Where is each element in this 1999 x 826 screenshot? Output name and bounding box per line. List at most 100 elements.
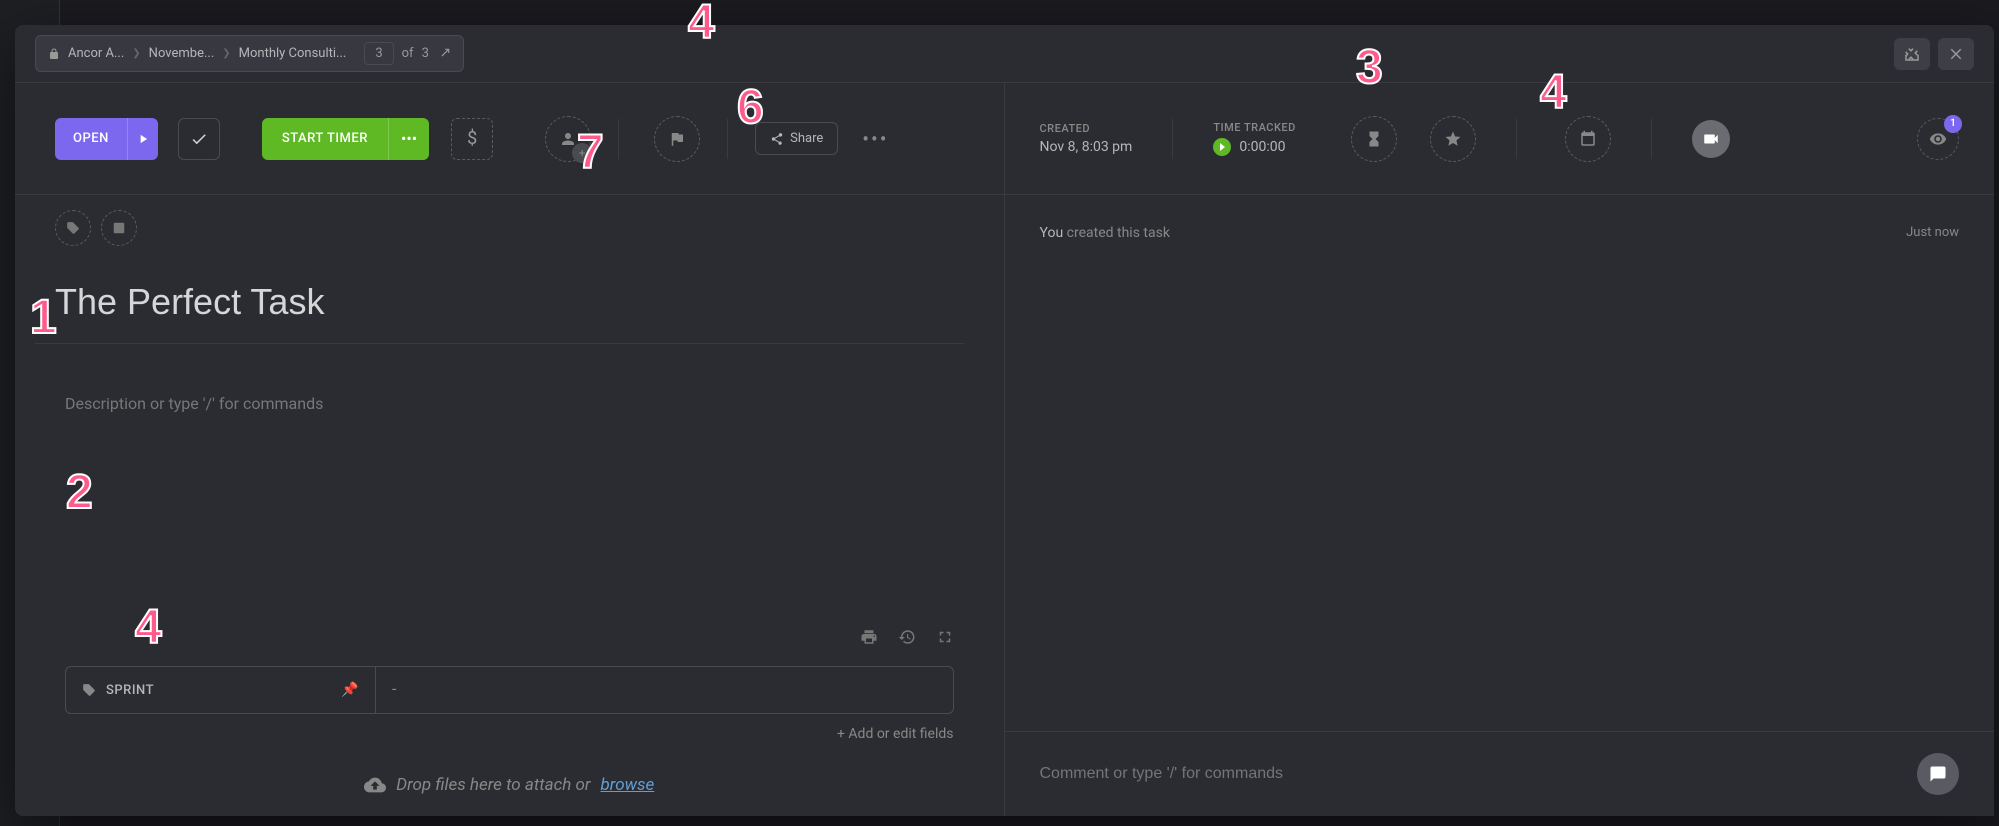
- sprint-value[interactable]: -: [376, 667, 953, 713]
- time-tracked-block: TIME TRACKED 0:00:00: [1213, 121, 1296, 156]
- video-icon: [1702, 130, 1720, 148]
- eye-icon: [1929, 130, 1947, 148]
- activity-feed: You created this task Just now: [1005, 195, 1995, 731]
- divider: [35, 343, 964, 344]
- task-right-panel: CREATED Nov 8, 8:03 pm TIME TRACKED 0:00…: [1005, 83, 1995, 816]
- activity-text: You created this task: [1040, 225, 1170, 241]
- timer-group: START TIMER •••: [262, 118, 429, 160]
- activity-user: You: [1040, 225, 1064, 241]
- start-timer-button[interactable]: START TIMER: [262, 118, 388, 160]
- created-label: CREATED: [1040, 122, 1133, 135]
- complete-button[interactable]: [178, 118, 220, 160]
- subtask-icon: [112, 221, 126, 235]
- minimize-icon: [1903, 45, 1921, 63]
- attachment-dropzone[interactable]: Drop files here to attach or browse: [15, 754, 1004, 816]
- more-actions-button[interactable]: •••: [862, 127, 888, 151]
- status-next-button[interactable]: [127, 118, 158, 160]
- estimate-button[interactable]: [1351, 116, 1397, 162]
- tag-icon: [66, 221, 80, 235]
- attach-text: Drop files here to attach or: [396, 775, 590, 795]
- chevron-right-icon: ❯: [132, 48, 140, 59]
- tracked-value: 0:00:00: [1239, 139, 1285, 155]
- sprint-field[interactable]: SPRINT 📌 -: [65, 666, 954, 714]
- add-fields-button[interactable]: + Add or edit fields: [15, 714, 1004, 754]
- ellipsis-icon: •••: [401, 129, 417, 148]
- description-actions: [15, 628, 1004, 666]
- share-icon: [770, 132, 784, 146]
- print-icon[interactable]: [860, 628, 878, 646]
- activity-action: created this task: [1063, 225, 1170, 241]
- breadcrumb-item[interactable]: Monthly Consulti...: [239, 46, 347, 61]
- tracked-value-row[interactable]: 0:00:00: [1213, 138, 1296, 156]
- share-button[interactable]: Share: [755, 122, 838, 155]
- add-assignee-icon: +: [572, 143, 592, 163]
- task-modal: Ancor A... ❯ Novembe... ❯ Monthly Consul…: [15, 25, 1994, 816]
- history-icon[interactable]: [898, 628, 916, 646]
- page-current[interactable]: 3: [364, 42, 393, 65]
- flag-icon: [668, 130, 686, 148]
- divider: [1651, 119, 1652, 159]
- page-of: of: [402, 46, 414, 61]
- divider: [618, 119, 619, 159]
- breadcrumb-item[interactable]: Ancor A...: [68, 46, 124, 61]
- divider: [1516, 119, 1517, 159]
- subtasks-button[interactable]: [101, 210, 137, 246]
- assignee-button[interactable]: +: [545, 116, 591, 162]
- comment-bar: [1005, 731, 1995, 816]
- send-comment-button[interactable]: [1917, 753, 1959, 795]
- description-input[interactable]: Description or type '/' for commands: [15, 364, 1004, 628]
- check-icon: [190, 130, 208, 148]
- star-icon: [1444, 130, 1462, 148]
- tag-icon: [82, 683, 96, 697]
- minimize-button[interactable]: [1894, 38, 1930, 70]
- breadcrumb-item[interactable]: Novembe...: [149, 46, 215, 61]
- comment-input[interactable]: [1040, 765, 1918, 783]
- chevron-right-icon: [136, 132, 150, 146]
- modal-header: Ancor A... ❯ Novembe... ❯ Monthly Consul…: [15, 25, 1994, 83]
- due-date-button[interactable]: [1565, 116, 1611, 162]
- task-title-input[interactable]: [15, 261, 1004, 343]
- task-left-panel: OPEN START TIMER ••• $: [15, 83, 1005, 816]
- lock-icon: [48, 48, 60, 60]
- activity-item: You created this task Just now: [1040, 225, 1960, 241]
- info-toolbar: CREATED Nov 8, 8:03 pm TIME TRACKED 0:00…: [1005, 83, 1995, 195]
- priority-button[interactable]: [654, 116, 700, 162]
- created-value: Nov 8, 8:03 pm: [1040, 139, 1133, 155]
- external-link-icon[interactable]: [437, 47, 451, 61]
- close-icon: [1947, 45, 1965, 63]
- close-button[interactable]: [1938, 38, 1974, 70]
- activity-timestamp: Just now: [1906, 225, 1959, 241]
- breadcrumb: Ancor A... ❯ Novembe... ❯ Monthly Consul…: [35, 35, 464, 72]
- tag-row: [15, 195, 1004, 261]
- created-block: CREATED Nov 8, 8:03 pm: [1040, 122, 1133, 155]
- timer-menu-button[interactable]: •••: [388, 118, 429, 160]
- status-button[interactable]: OPEN: [55, 118, 127, 160]
- cloud-upload-icon: [364, 774, 386, 796]
- header-actions: [1894, 38, 1974, 70]
- watchers-button[interactable]: 1: [1917, 118, 1959, 160]
- divider: [727, 119, 728, 159]
- browse-link[interactable]: browse: [601, 775, 655, 795]
- tracked-label: TIME TRACKED: [1213, 121, 1296, 134]
- sprint-label-text: SPRINT: [106, 683, 154, 698]
- modal-body: OPEN START TIMER ••• $: [15, 83, 1994, 816]
- play-icon: [1213, 138, 1231, 156]
- share-label: Share: [790, 131, 823, 146]
- calendar-icon: [1579, 130, 1597, 148]
- divider: [1172, 119, 1173, 159]
- watchers-count: 1: [1944, 115, 1962, 133]
- chevron-right-icon: ❯: [222, 48, 230, 59]
- record-clip-button[interactable]: [1692, 120, 1730, 158]
- expand-icon[interactable]: [936, 628, 954, 646]
- sprint-points-button[interactable]: [1430, 116, 1476, 162]
- sprint-label: SPRINT 📌: [66, 667, 376, 713]
- hourglass-icon: [1365, 130, 1383, 148]
- budget-button[interactable]: $: [451, 118, 493, 160]
- task-toolbar: OPEN START TIMER ••• $: [15, 83, 1004, 195]
- pin-icon[interactable]: 📌: [341, 682, 359, 698]
- page-total: 3: [422, 46, 429, 61]
- status-group: OPEN: [55, 118, 158, 160]
- tags-button[interactable]: [55, 210, 91, 246]
- chat-icon: [1929, 765, 1947, 783]
- pagination: 3 of 3: [364, 42, 451, 65]
